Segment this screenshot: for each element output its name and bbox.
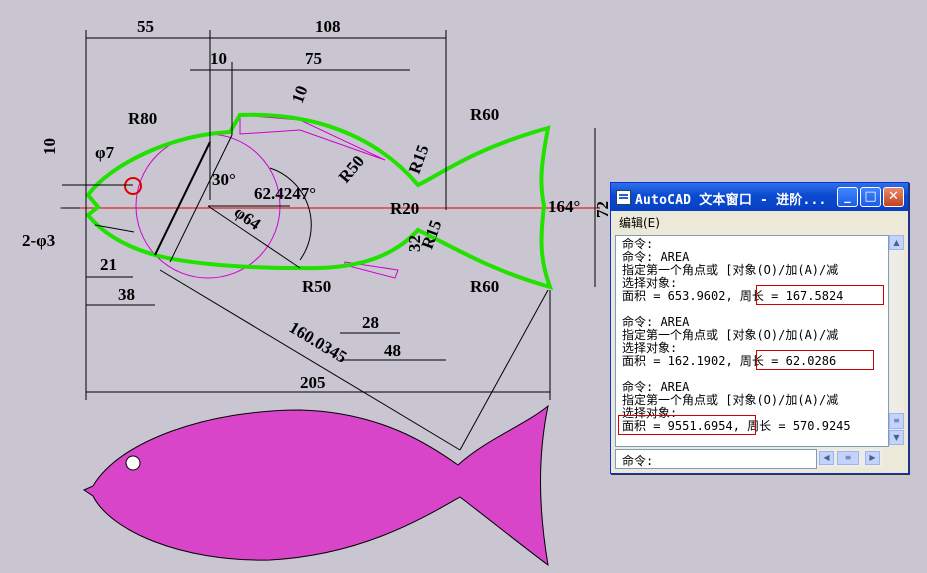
dim-r50-bottom: R50 [302, 277, 331, 296]
dimension-lines [62, 30, 596, 451]
dim-2phi3: 2-φ3 [22, 231, 55, 250]
horizontal-scrollbar[interactable]: ◀ ≡ ▶ [817, 449, 883, 467]
highlight-box-3 [618, 415, 756, 435]
dim-r80: R80 [128, 109, 157, 128]
menu-bar: 编辑(E) [611, 211, 908, 233]
vertical-scrollbar[interactable]: ▲ ≡ ▼ [889, 235, 904, 445]
dim-r15-bottom: R15 [418, 218, 446, 252]
dim-55: 55 [137, 17, 154, 36]
minimize-button[interactable]: _ [837, 187, 858, 207]
highlight-box-2 [756, 350, 874, 370]
app-icon [616, 190, 631, 205]
dim-108: 108 [315, 17, 341, 36]
green-line-1 [154, 141, 211, 256]
fish-outline-green [85, 112, 554, 290]
dim-r50-top: R50 [335, 152, 368, 187]
dim-164: 164° [548, 197, 580, 216]
dim-10-top: 10 [210, 49, 227, 68]
autocad-text-window[interactable]: AutoCAD 文本窗口 - 进阶... _ □ ✕ 编辑(E) 命令: 命令:… [610, 182, 909, 474]
scroll-left-icon[interactable]: ◀ [819, 451, 834, 465]
dim-r15-top: R15 [405, 142, 433, 176]
scroll-thumb[interactable]: ≡ [889, 413, 904, 429]
scroll-down-icon[interactable]: ▼ [889, 430, 904, 445]
green-line-2 [169, 134, 233, 263]
dim-r20: R20 [390, 199, 419, 218]
window-titlebar[interactable]: AutoCAD 文本窗口 - 进阶... _ □ ✕ [611, 183, 908, 211]
dim-75: 75 [305, 49, 322, 68]
maximize-button[interactable]: □ [860, 187, 881, 207]
command-prompt: 命令: [622, 454, 654, 468]
menu-edit[interactable]: 编辑(E) [619, 214, 660, 231]
dim-205: 205 [300, 373, 326, 392]
command-input[interactable]: 命令: [615, 449, 817, 469]
hscroll-thumb[interactable]: ≡ [837, 451, 859, 465]
dim-10-left: 10 [40, 138, 59, 155]
highlight-box-1 [756, 285, 884, 305]
close-button[interactable]: ✕ [883, 187, 904, 207]
dim-r60-bottom: R60 [470, 277, 499, 296]
dim-phi64: φ64 [231, 202, 265, 234]
window-title: AutoCAD 文本窗口 - 进阶... [635, 193, 827, 208]
dim-28: 28 [362, 313, 379, 332]
command-history[interactable]: 命令: 命令: AREA 指定第一个角点或 [对象(O)/加(A)/减 选择对象… [615, 235, 889, 447]
solid-fish-shape [82, 404, 549, 567]
dim-48: 48 [384, 341, 401, 360]
dim-angle: 62.4247° [254, 184, 316, 203]
dim-phi7: φ7 [95, 143, 115, 162]
dim-21: 21 [100, 255, 117, 274]
solid-fish-eye [125, 455, 141, 471]
dim-30: 30° [212, 170, 236, 189]
scroll-up-icon[interactable]: ▲ [889, 235, 904, 250]
dim-160: 160.0345 [286, 318, 350, 367]
dim-10-slant: 10 [288, 83, 312, 105]
dim-38: 38 [118, 285, 135, 304]
scroll-right-icon[interactable]: ▶ [865, 451, 880, 465]
dim-r60-top: R60 [470, 105, 499, 124]
